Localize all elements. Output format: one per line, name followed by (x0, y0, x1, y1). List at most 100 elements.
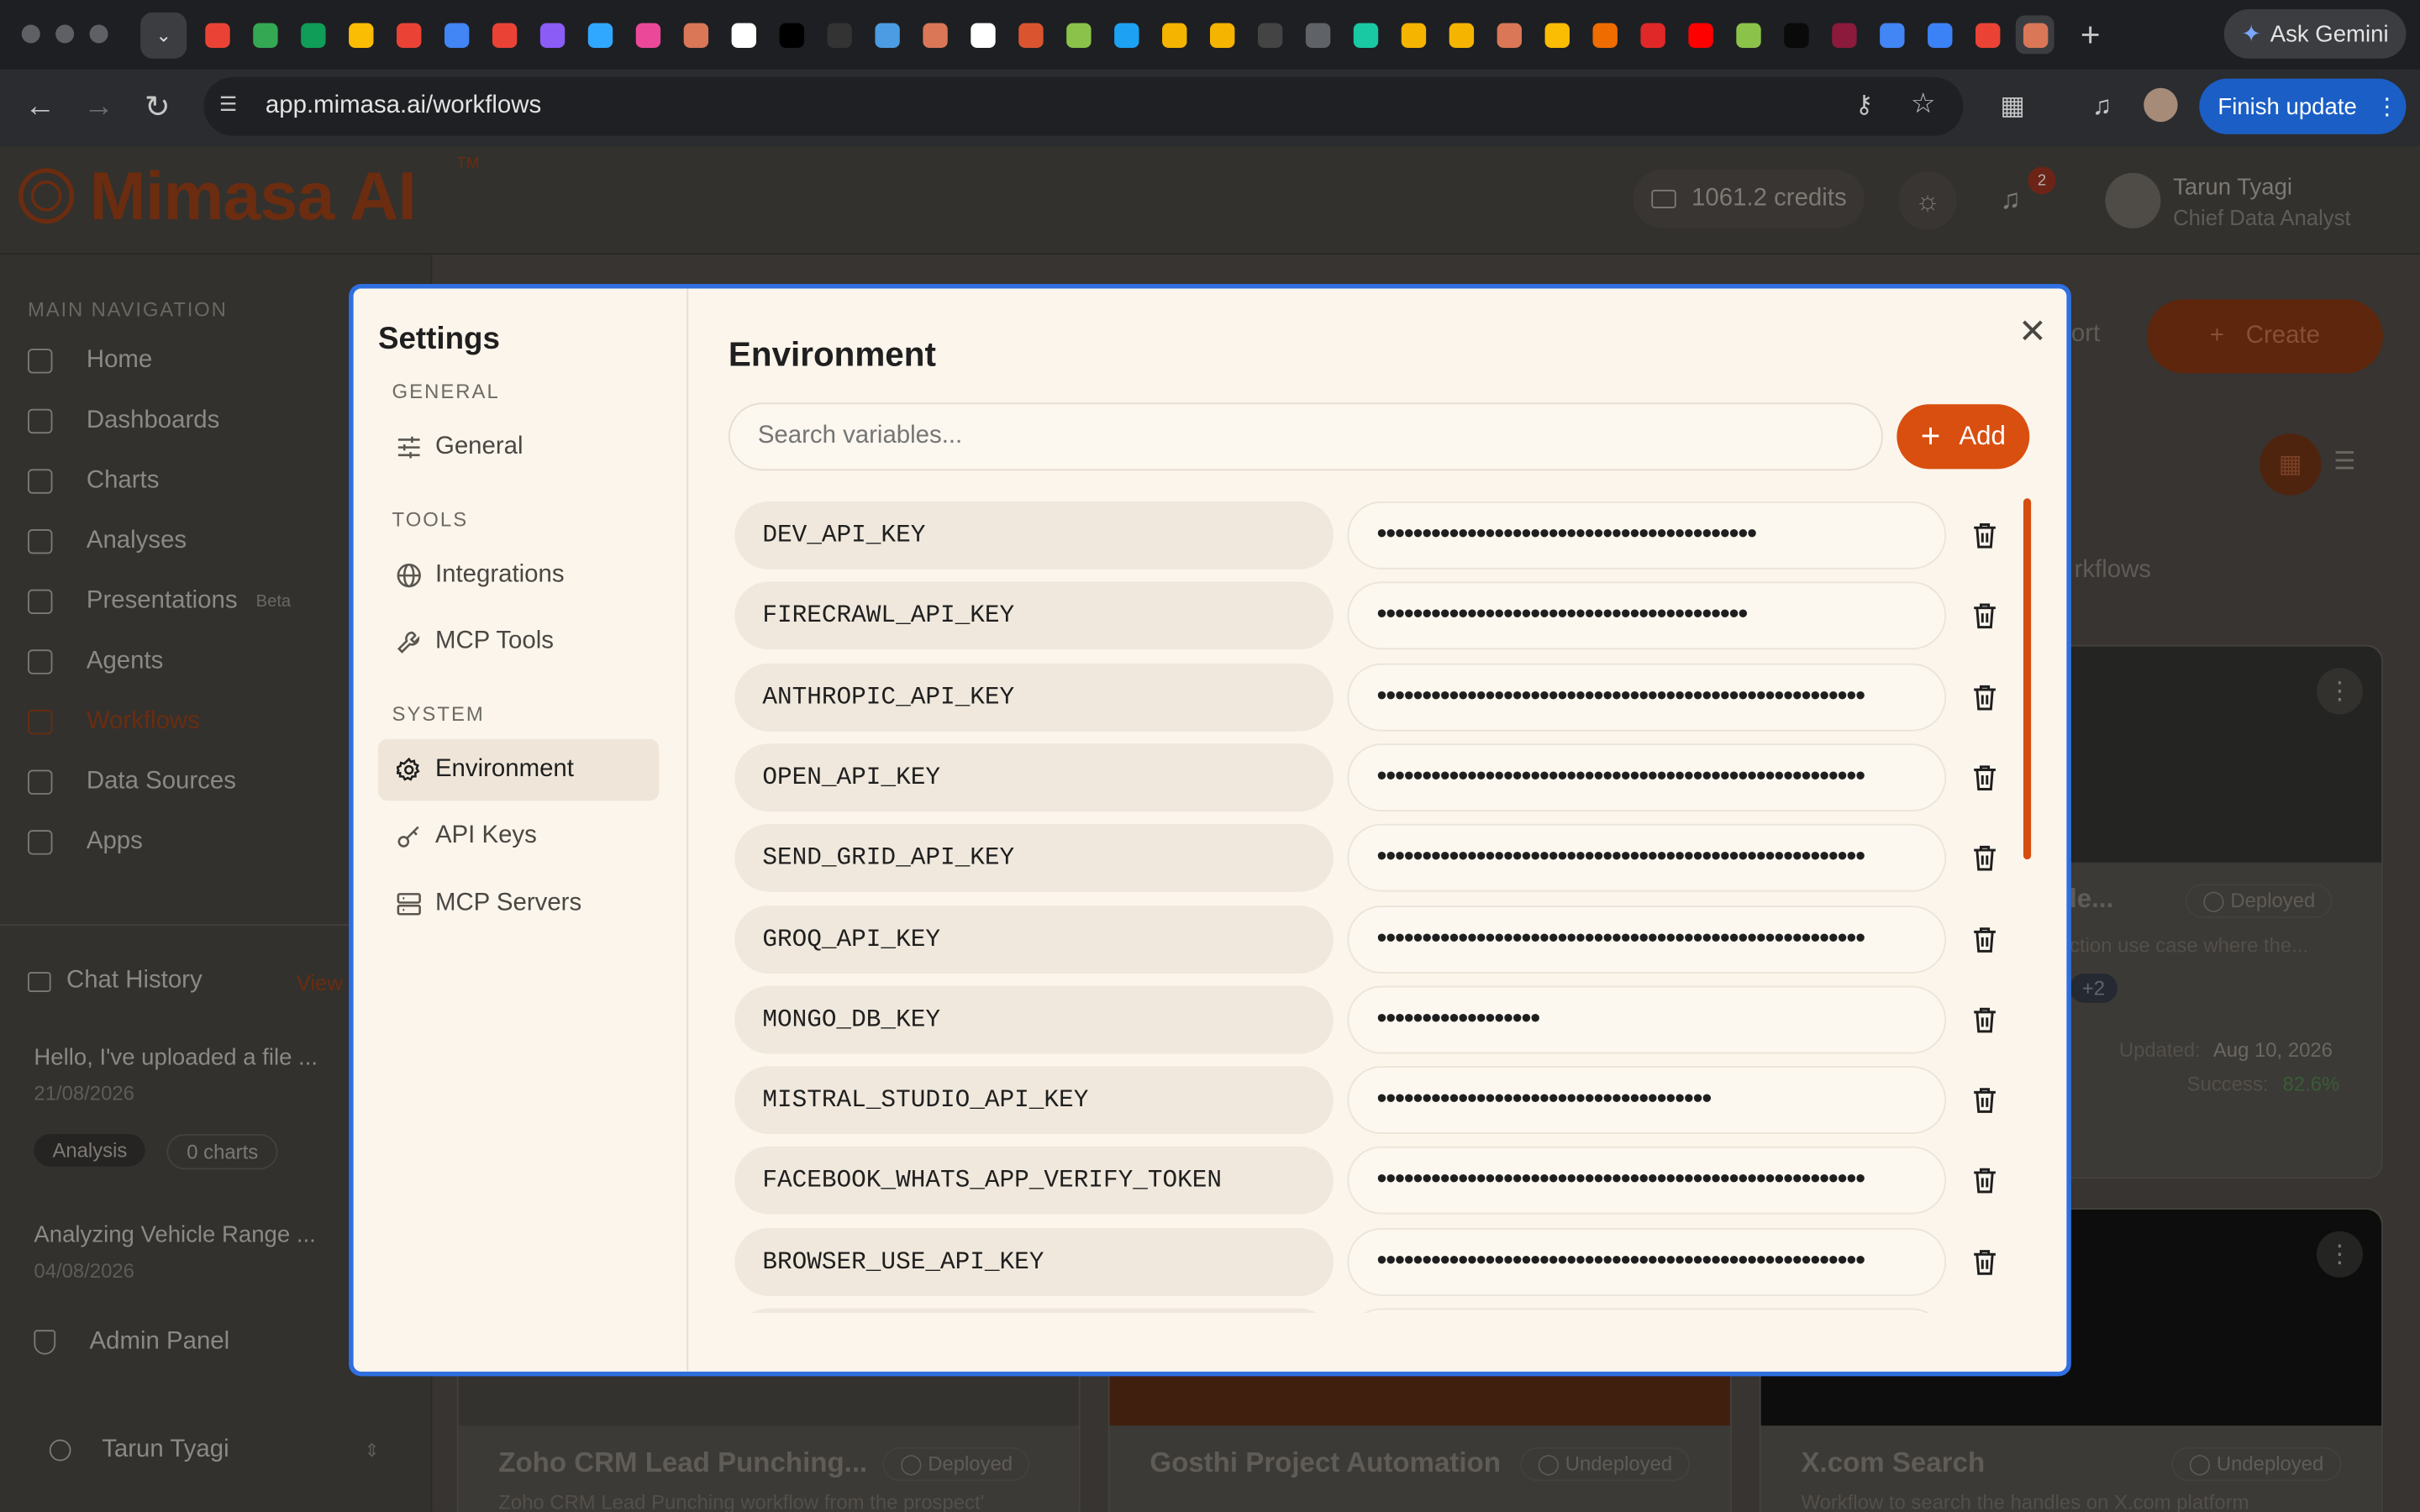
github-icon[interactable] (963, 15, 1002, 54)
variable-key-field[interactable]: FIRECRAWL_API_KEY (734, 581, 1334, 650)
chatgpt-icon[interactable] (723, 15, 762, 54)
dev-icon[interactable] (1776, 15, 1815, 54)
trash-icon[interactable] (1970, 762, 2001, 793)
gmail-icon[interactable] (389, 15, 428, 54)
settings-item-integrations[interactable]: Integrations (378, 544, 659, 606)
google-icon[interactable] (1872, 15, 1911, 54)
app-icon[interactable] (867, 15, 906, 54)
variable-key-field[interactable]: ANTHROPIC_API_KEY (734, 663, 1334, 731)
app-icon[interactable] (1728, 15, 1767, 54)
app-icon[interactable] (1585, 15, 1623, 54)
variable-key-field[interactable]: FACEBOOK_WHATS_APP_VERIFY_TOKEN (734, 1147, 1334, 1215)
flipboard-icon[interactable] (1633, 15, 1671, 54)
variable-value-field[interactable]: ••••••••••••••••••••••••••••••••••••••••… (1347, 743, 1947, 811)
app-icon[interactable] (1920, 15, 1959, 54)
app-icon[interactable] (1346, 15, 1385, 54)
app-icon[interactable] (1107, 15, 1145, 54)
password-key-icon[interactable]: ⚷ (1855, 90, 1874, 121)
trash-icon[interactable] (1970, 520, 2001, 551)
variable-value-field[interactable]: ••••••••••••••••••••••••••••••••••••••••… (1347, 905, 1947, 974)
address-bar[interactable]: ☰ app.mimasa.ai/workflows ⚷ ☆ (203, 76, 1964, 136)
variable-value-field[interactable]: ••••••••••••••••••••••••••••••••••••• (1347, 1066, 1947, 1135)
app-icon[interactable] (1442, 15, 1481, 54)
tab-search-button[interactable]: ⌄ (140, 12, 187, 59)
claude-icon[interactable] (915, 15, 954, 54)
back-icon[interactable]: ← (18, 85, 61, 128)
gmail-icon[interactable] (485, 15, 523, 54)
app-icon[interactable] (1968, 15, 2007, 54)
bookmark-star-icon[interactable]: ☆ (1911, 88, 1936, 121)
notion-icon[interactable] (629, 15, 667, 54)
variable-value-field[interactable]: ••••••••••••••••••••••••••••••••••••••••… (1347, 1147, 1947, 1215)
cb-icon[interactable] (1250, 15, 1289, 54)
variable-value-field[interactable]: ••••••••••••••••••••••••••••••••••••••••… (1347, 581, 1947, 650)
variable-value-field[interactable]: •••••••••••••••••• (1347, 985, 1947, 1054)
search-variables-input[interactable] (728, 402, 1883, 471)
scrollbar-thumb[interactable] (2023, 498, 2032, 860)
chart-icon[interactable] (1537, 15, 1576, 54)
trash-icon[interactable] (1970, 1165, 2001, 1196)
keep-icon[interactable] (341, 15, 380, 54)
app-icon[interactable] (1489, 15, 1528, 54)
variable-value-field[interactable]: ••••••••••••••••••••••••••••••••••••••••… (1347, 1227, 1947, 1296)
trash-icon[interactable] (1970, 1004, 2001, 1035)
app-icon[interactable] (1059, 15, 1097, 54)
sheets-icon[interactable] (293, 15, 332, 54)
profile-avatar[interactable] (2144, 87, 2178, 123)
arc-icon[interactable] (533, 15, 571, 54)
trash-icon[interactable] (1970, 1084, 2001, 1116)
variable-key-field[interactable]: SEND_GRID_API_KEY (734, 824, 1334, 892)
app-icon[interactable] (1394, 15, 1433, 54)
variable-key-field[interactable]: BROWSER_USE_API_KEY (734, 1227, 1334, 1296)
variable-key-field[interactable]: OPEN_API_KEY (734, 743, 1334, 811)
variable-value-field[interactable] (1347, 1308, 1947, 1314)
variable-key-field[interactable]: DEV_API_KEY (734, 501, 1334, 570)
drive-icon[interactable] (245, 15, 284, 54)
photoshop-icon[interactable] (581, 15, 619, 54)
calendar-icon[interactable] (437, 15, 476, 54)
settings-item-api-keys[interactable]: API Keys (378, 806, 659, 867)
site-info-icon[interactable]: ☰ (219, 92, 247, 120)
settings-item-label: MCP Servers (434, 890, 582, 917)
add-variable-button[interactable]: + Add (1897, 404, 2030, 470)
settings-item-general[interactable]: General (378, 417, 659, 478)
finish-update-button[interactable]: Finish update ⋮ (2199, 78, 2407, 134)
settings-item-mcp-tools[interactable]: MCP Tools (378, 611, 659, 672)
trash-icon[interactable] (1970, 923, 2001, 954)
settings-item-environment[interactable]: Environment (377, 738, 660, 801)
variable-value-field[interactable]: ••••••••••••••••••••••••••••••••••••••••… (1347, 663, 1947, 731)
window-close-button[interactable] (21, 24, 40, 44)
variable-key-field[interactable]: MONGO_DB_KEY (734, 985, 1334, 1054)
youtube-icon[interactable] (1681, 15, 1719, 54)
window-zoom-button[interactable] (89, 24, 108, 44)
app-icon[interactable] (1202, 15, 1241, 54)
producthunt-icon[interactable] (1011, 15, 1050, 54)
variable-value-field[interactable]: ••••••••••••••••••••••••••••••••••••••••… (1347, 824, 1947, 892)
variable-row: MISTRAL_STUDIO_API_KEY ••••••••••••••••••… (734, 1066, 2031, 1135)
variable-value-field[interactable]: ••••••••••••••••••••••••••••••••••••••••… (1347, 501, 1947, 570)
ask-gemini-button[interactable]: ✦ Ask Gemini (2223, 9, 2407, 59)
app-icon[interactable] (1155, 15, 1193, 54)
trash-icon[interactable] (1970, 1247, 2001, 1278)
gmail-icon[interactable] (197, 15, 236, 54)
app-icon[interactable] (1298, 15, 1337, 54)
medium-icon[interactable] (771, 15, 810, 54)
media-controls-icon[interactable]: ♫ (2081, 85, 2123, 128)
trash-icon[interactable] (1970, 843, 2001, 874)
app-icon[interactable] (819, 15, 858, 54)
extensions-icon[interactable]: ▦ (1991, 85, 2033, 128)
trash-icon[interactable] (1970, 601, 2001, 632)
new-tab-button[interactable]: + (2081, 15, 2101, 55)
app-icon[interactable] (1824, 15, 1863, 54)
reload-icon[interactable]: ↻ (136, 85, 179, 128)
variable-key-field[interactable] (734, 1308, 1334, 1314)
trash-icon[interactable] (1970, 681, 2001, 712)
window-minimize-button[interactable] (55, 24, 75, 44)
close-icon[interactable]: ✕ (2014, 312, 2051, 350)
forward-icon[interactable]: → (77, 85, 120, 128)
variable-key-field[interactable]: MISTRAL_STUDIO_API_KEY (734, 1066, 1334, 1135)
active-tab-icon[interactable] (2015, 15, 2054, 55)
variable-key-field[interactable]: GROQ_API_KEY (734, 905, 1334, 974)
settings-item-mcp-servers[interactable]: MCP Servers (378, 874, 659, 935)
app-icon[interactable] (676, 15, 714, 54)
